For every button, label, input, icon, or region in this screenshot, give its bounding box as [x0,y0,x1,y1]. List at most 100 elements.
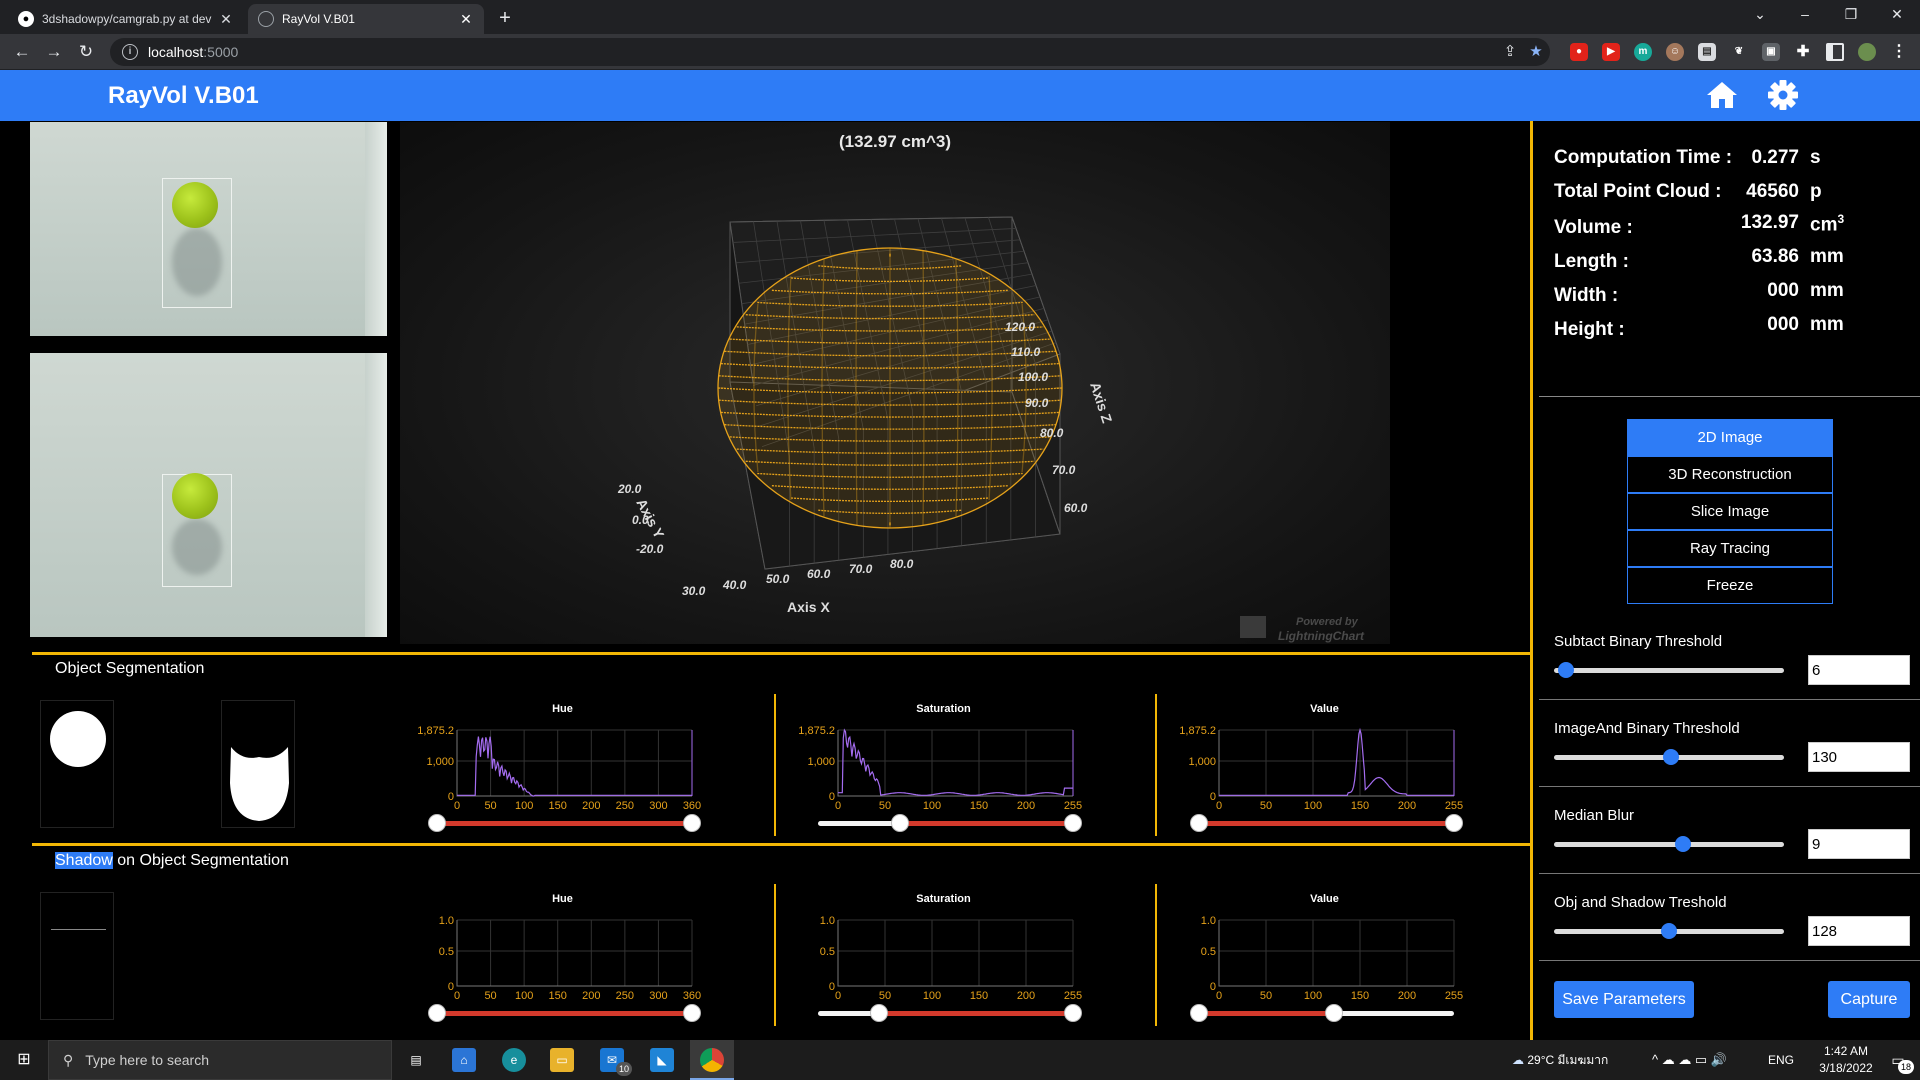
mode-freeze-button[interactable]: Freeze [1627,567,1833,604]
extension-leaf-icon[interactable]: ❦ [1730,43,1748,61]
range-slider[interactable] [428,1004,701,1022]
forward-icon[interactable]: → [42,40,66,64]
range-slider[interactable] [818,814,1082,832]
mode-slice-image-button[interactable]: Slice Image [1627,493,1833,530]
menu-kebab-icon[interactable]: ⋮ [1890,43,1908,61]
object-saturation-histogram: Saturation 0 50 100 150 200 255 1,875.2 1,000 0 [773,694,1103,842]
mode-2d-image-button[interactable]: 2D Image [1627,419,1833,456]
extension-youtube-icon[interactable]: ▶ [1602,43,1620,61]
save-parameters-button[interactable]: Save Parameters [1554,981,1694,1018]
file-explorer-icon[interactable]: ▭ [550,1048,574,1072]
range-min-handle[interactable] [1190,1004,1208,1022]
slider-thumb[interactable] [1663,749,1680,765]
chrome-icon[interactable] [700,1048,724,1072]
new-tab-button[interactable]: + [494,8,516,30]
slider-label: Median Blur [1554,807,1635,824]
mode-ray-tracing-button[interactable]: Ray Tracing [1627,530,1833,567]
slider-thumb[interactable] [1674,836,1691,852]
tab-github[interactable]: ● 3dshadowpy/camgrab.py at dev ✕ [8,4,244,34]
slider-thumb[interactable] [1557,662,1574,678]
stat-label: Height : [1554,319,1625,340]
extension-red-icon[interactable]: ● [1570,43,1588,61]
range-slider[interactable] [818,1004,1082,1022]
range-max-handle[interactable] [683,1004,701,1022]
range-slider-selection [899,821,1073,826]
watermark-line2: LightningChart [1278,629,1365,643]
extension-box-icon[interactable]: ▣ [1762,43,1780,61]
x-tick-label: 0 [1216,990,1222,1002]
y-tick-label: 0 [829,981,835,993]
range-min-handle[interactable] [890,814,909,832]
minimize-icon[interactable]: – [1790,6,1820,28]
x-tick-label: 300 [649,800,667,812]
address-bar[interactable]: i localhost:5000 ⇪ ★ [110,38,1550,66]
range-max-handle[interactable] [1325,1004,1344,1022]
stats-divider [1539,396,1920,397]
range-min-handle[interactable] [428,1004,446,1022]
home-icon[interactable] [1705,78,1739,112]
stat-unit: cm3 [1810,212,1844,236]
capture-button[interactable]: Capture [1828,981,1910,1018]
mode-3d-reconstruction-button[interactable]: 3D Reconstruction [1627,456,1833,493]
task-view-icon[interactable]: ▤ [404,1048,428,1072]
range-max-handle[interactable] [1445,814,1463,832]
weather-widget[interactable]: ☁ 29°C มีเมฆมาก [1512,1040,1608,1080]
blur-input[interactable] [1808,829,1910,859]
share-icon[interactable]: ⇪ [1500,42,1520,62]
stat-value: 000 [1767,314,1799,335]
range-slider[interactable] [428,814,701,832]
slider-track[interactable] [1554,923,1784,939]
threshold-input[interactable] [1808,742,1910,772]
url-host: localhost [148,44,204,60]
extension-doc-icon[interactable]: ▤ [1698,43,1716,61]
tab-title: RayVol V.B01 [282,12,355,26]
slider-thumb[interactable] [1661,923,1677,939]
range-max-handle[interactable] [1064,814,1082,832]
restore-icon[interactable]: ❐ [1836,6,1866,28]
range-slider[interactable] [1190,814,1463,832]
threshold-input[interactable] [1808,916,1910,946]
store-icon[interactable]: ⌂ [452,1048,476,1072]
threshold-input[interactable] [1808,655,1910,685]
side-panel-icon[interactable] [1826,43,1844,61]
window-close-icon[interactable]: ✕ [1882,6,1912,28]
range-max-handle[interactable] [1064,1004,1082,1022]
reload-icon[interactable]: ↻ [74,40,98,64]
slider-track[interactable] [1554,662,1784,678]
tab-rayvol[interactable]: RayVol V.B01 ✕ [248,4,484,34]
extension-face-icon[interactable]: ☺ [1666,43,1684,61]
bookmark-star-icon[interactable]: ★ [1526,42,1546,62]
range-min-handle[interactable] [1190,814,1208,832]
pointcloud-3d-view[interactable]: (132.97 cm^3) 30.0 40.0 50.0 60.0 70.0 8… [400,122,1390,644]
extensions-puzzle-icon[interactable]: ✚ [1794,43,1812,61]
site-info-icon[interactable]: i [122,44,138,60]
x-tick-label: 50 [879,800,891,812]
x-tick-label: 200 [582,990,600,1002]
range-slider[interactable] [1190,1004,1454,1022]
tab-search-icon[interactable]: ⌄ [1745,6,1775,28]
windows-start-icon[interactable]: ⊞ [12,1048,36,1072]
app-header: RayVol V.B01 [0,70,1920,121]
notification-badge: 18 [1898,1060,1914,1074]
range-min-handle[interactable] [870,1004,889,1022]
y-tick-label: 1,875.2 [798,725,835,737]
close-icon[interactable]: ✕ [458,11,474,28]
close-icon[interactable]: ✕ [218,11,234,28]
stat-value: 0.277 [1751,147,1799,168]
range-max-handle[interactable] [683,814,701,832]
range-min-handle[interactable] [428,814,446,832]
taskbar-search-box[interactable]: ⚲ Type here to search [48,1040,392,1080]
slider-track[interactable] [1554,749,1784,765]
back-icon[interactable]: ← [10,40,34,64]
slider-track[interactable] [1554,836,1784,852]
tray-icons[interactable]: ^ ☁ ☁ ▭ 🔊 [1652,1040,1727,1080]
edge-icon[interactable]: e [502,1048,526,1072]
vscode-icon[interactable]: ◣ [650,1048,674,1072]
shadow-segmentation-title: Shadow on Object Segmentation [55,852,289,870]
input-language[interactable]: ENG [1768,1040,1794,1080]
gear-icon[interactable] [1766,78,1800,112]
taskbar-clock[interactable]: 1:42 AM 3/18/2022 [1816,1043,1876,1077]
range-slider-selection [1199,821,1454,826]
profile-avatar[interactable] [1858,43,1876,61]
extension-m-icon[interactable]: m [1634,43,1652,61]
